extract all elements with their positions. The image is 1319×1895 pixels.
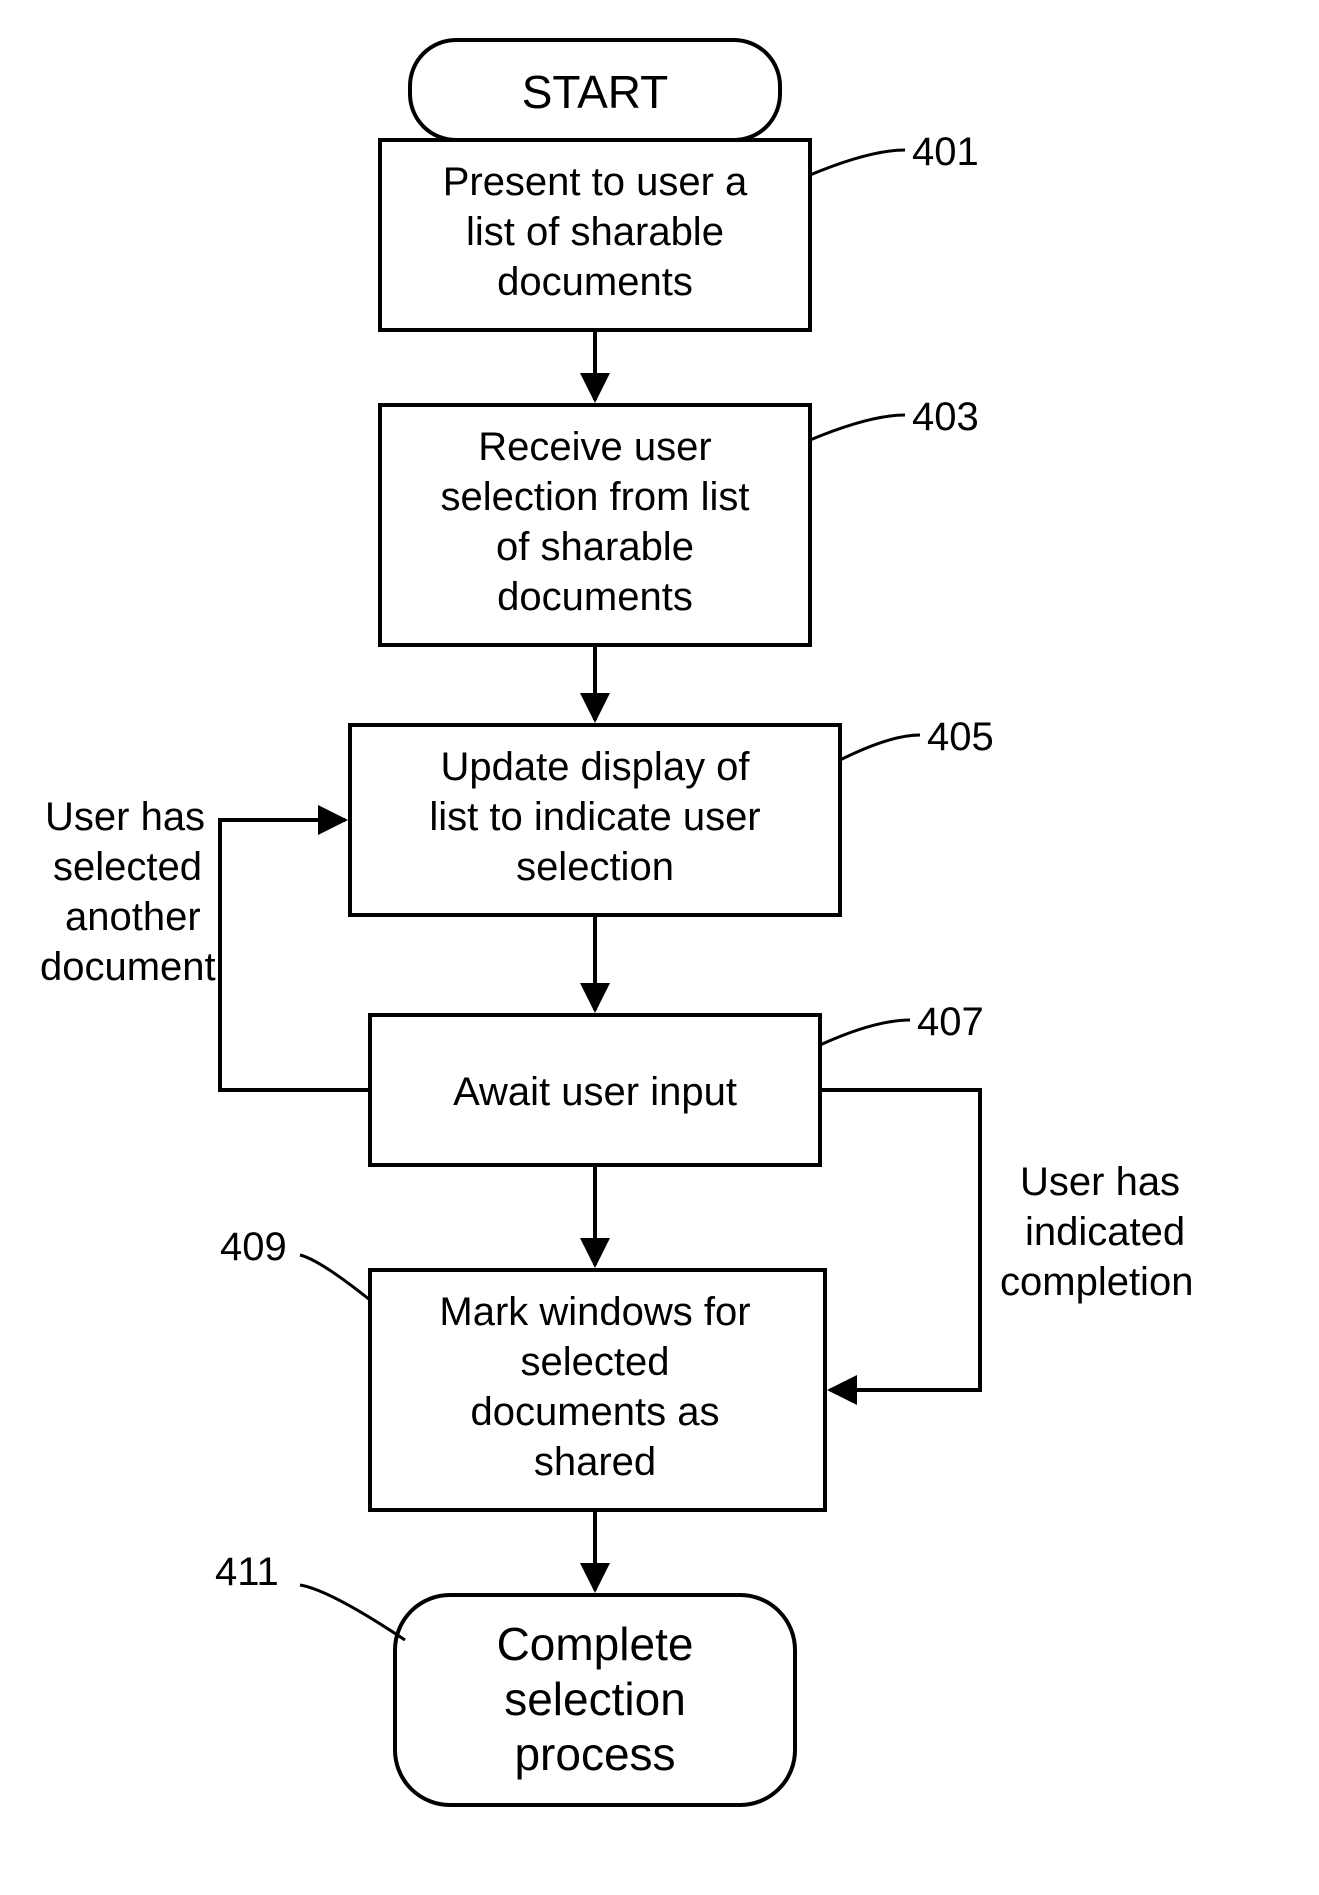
flow-step-405: Update display of list to indicate user …	[350, 725, 840, 915]
edge-done-l2: indicated	[1025, 1210, 1185, 1254]
ref-401: 401	[912, 130, 979, 174]
step-405-line1: Update display of	[440, 745, 750, 789]
step-401-line1: Present to user a	[443, 160, 748, 204]
edge-loop-l1: User has	[45, 795, 205, 839]
step-401-line3: documents	[497, 260, 693, 304]
flow-step-407: Await user input	[370, 1015, 820, 1165]
step-403-line3: of sharable	[496, 525, 694, 569]
end-line3: process	[514, 1728, 675, 1780]
end-line1: Complete	[497, 1618, 694, 1670]
ref-411: 411	[215, 1550, 279, 1594]
flow-start-label: START	[522, 66, 669, 118]
edge-loop-l4: document	[40, 945, 216, 989]
edge-done-l1: User has	[1020, 1160, 1180, 1204]
step-403-line4: documents	[497, 575, 693, 619]
end-line2: selection	[504, 1673, 686, 1725]
step-409-line3: documents as	[470, 1390, 719, 1434]
flow-step-403: Receive user selection from list of shar…	[380, 405, 810, 645]
edge-loop-l2: selected	[53, 845, 202, 889]
edge-loop-l3: another	[65, 895, 201, 939]
ref-407: 407	[917, 1000, 984, 1044]
edge-done-l3: completion	[1000, 1260, 1193, 1304]
ref-409: 409	[220, 1225, 287, 1269]
step-405-line2: list to indicate user	[429, 795, 760, 839]
step-407-line1: Await user input	[453, 1070, 737, 1114]
step-409-line2: selected	[521, 1340, 670, 1384]
flow-step-409: Mark windows for selected documents as s…	[370, 1270, 825, 1510]
step-401-line2: list of sharable	[466, 210, 724, 254]
step-409-line4: shared	[534, 1440, 656, 1484]
flow-step-401: Present to user a list of sharable docum…	[380, 140, 810, 330]
ref-405: 405	[927, 715, 994, 759]
step-403-line2: selection from list	[441, 475, 750, 519]
step-405-line3: selection	[516, 845, 674, 889]
flow-end: Complete selection process	[395, 1595, 795, 1805]
ref-403: 403	[912, 395, 979, 439]
step-403-line1: Receive user	[478, 425, 711, 469]
step-409-line1: Mark windows for	[439, 1290, 750, 1334]
